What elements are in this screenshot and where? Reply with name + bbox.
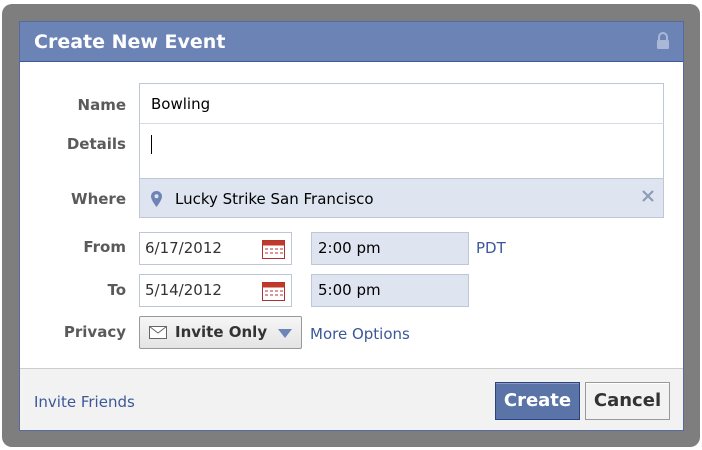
end-date-input[interactable]: 5/14/2012 — [139, 274, 292, 307]
timezone-link[interactable]: PDT — [476, 239, 506, 257]
event-location-field[interactable]: Lucky Strike San Francisco — [139, 178, 664, 218]
event-details-textarea[interactable] — [139, 123, 664, 179]
create-event-dialog: Create New Event Name Bowling Details Wh… — [19, 21, 684, 431]
envelope-icon — [149, 326, 167, 339]
chevron-down-icon — [278, 329, 292, 338]
privacy-dropdown[interactable]: Invite Only — [139, 316, 302, 349]
map-pin-icon — [151, 191, 162, 207]
end-time-value: 5:00 pm — [318, 281, 381, 299]
privacy-value: Invite Only — [175, 323, 268, 341]
create-button[interactable]: Create — [495, 382, 580, 420]
event-name-value: Bowling — [151, 95, 211, 113]
name-label: Name — [77, 96, 126, 114]
cancel-button[interactable]: Cancel — [585, 382, 670, 420]
from-label: From — [83, 238, 126, 256]
details-label: Details — [66, 135, 126, 153]
start-time-value: 2:00 pm — [318, 239, 381, 257]
event-location-value: Lucky Strike San Francisco — [175, 190, 374, 208]
calendar-icon[interactable] — [262, 239, 285, 259]
dialog-footer: Invite Friends Create Cancel — [20, 368, 683, 430]
more-options-link[interactable]: More Options — [310, 325, 410, 343]
end-time-input[interactable]: 5:00 pm — [311, 274, 469, 307]
invite-friends-link[interactable]: Invite Friends — [34, 393, 135, 411]
close-icon[interactable] — [641, 189, 655, 203]
start-date-input[interactable]: 6/17/2012 — [139, 232, 292, 265]
end-date-value: 5/14/2012 — [145, 281, 222, 299]
start-time-input[interactable]: 2:00 pm — [311, 232, 469, 265]
lock-icon — [657, 32, 669, 49]
calendar-icon[interactable] — [262, 281, 285, 301]
start-date-value: 6/17/2012 — [145, 239, 222, 257]
to-label: To — [107, 281, 126, 299]
event-name-input[interactable]: Bowling — [139, 83, 664, 124]
privacy-label: Privacy — [63, 323, 126, 341]
dialog-title: Create New Event — [34, 31, 226, 53]
where-label: Where — [71, 190, 126, 208]
dialog-titlebar: Create New Event — [20, 22, 683, 62]
text-caret — [151, 135, 152, 154]
